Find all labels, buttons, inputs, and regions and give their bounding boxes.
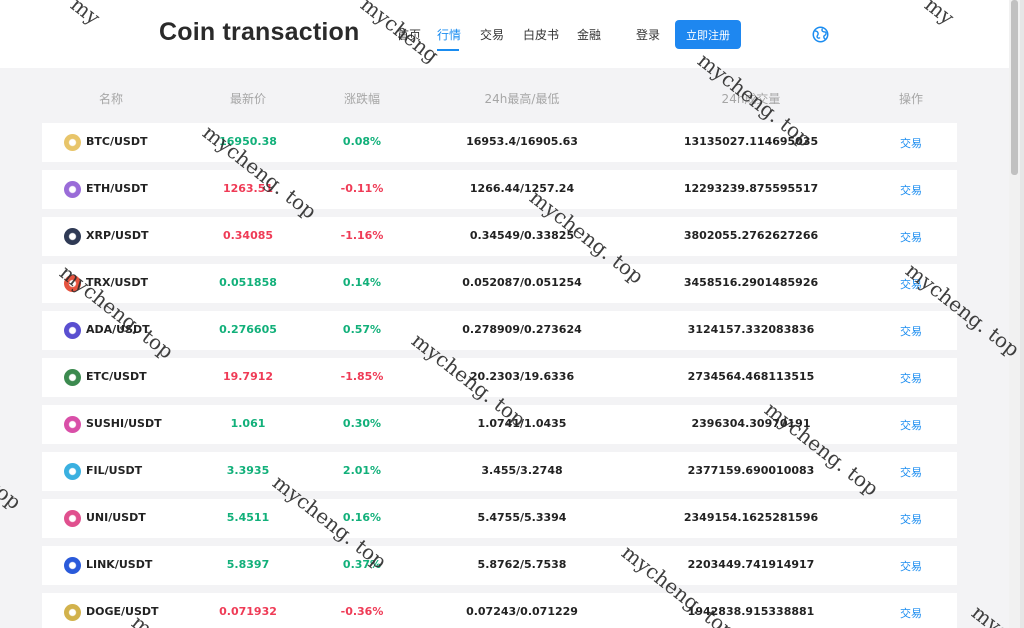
coin-icon — [64, 463, 81, 480]
volume-24h: 12293239.875595517 — [683, 182, 819, 195]
pair-name: FIL/USDT — [86, 464, 143, 477]
trade-link[interactable]: 交易 — [900, 135, 922, 151]
nav-market[interactable]: 行情 — [437, 26, 461, 43]
top-header: Coin transaction 首页 行情 交易 白皮书 金融 登录 立即注册 — [0, 0, 1009, 68]
page-scrollbar[interactable] — [1009, 0, 1020, 628]
volume-24h: 3802055.2762627266 — [683, 229, 819, 242]
last-price: 0.34085 — [222, 229, 274, 242]
right-edge-strip — [1020, 0, 1024, 628]
table-row[interactable]: UNI/USDT 5.4511 0.16% 5.4755/5.3394 2349154.… — [42, 499, 957, 538]
high-low: 0.07243/0.071229 — [466, 605, 578, 618]
price-change: 0.14% — [342, 276, 382, 289]
volume-24h: 2734564.468113515 — [687, 370, 815, 383]
trade-link[interactable]: 交易 — [900, 558, 922, 574]
high-low: 5.4755/5.3394 — [477, 511, 567, 524]
last-price: 0.071932 — [219, 605, 277, 618]
nav-whitepaper[interactable]: 白皮书 — [523, 26, 559, 43]
coin-icon — [64, 369, 81, 386]
price-change: 0.30% — [342, 417, 382, 430]
trade-link[interactable]: 交易 — [900, 323, 922, 339]
price-change: -1.16% — [340, 229, 384, 242]
pair-name: BTC/USDT — [86, 135, 148, 148]
coin-icon — [64, 510, 81, 527]
coin-icon — [64, 416, 81, 433]
col-change: 涨跌幅 — [343, 92, 381, 106]
pair-name: XRP/USDT — [86, 229, 149, 242]
volume-24h: 2377159.690010083 — [687, 464, 815, 477]
coin-icon — [64, 181, 81, 198]
high-low: 0.34549/0.33825 — [469, 229, 575, 242]
coin-icon — [64, 228, 81, 245]
trade-link[interactable]: 交易 — [900, 229, 922, 245]
site-logo[interactable]: Coin transaction — [159, 18, 359, 47]
table-row[interactable]: ETH/USDT 1263.51 -0.11% 1266.44/1257.24 1229… — [42, 170, 957, 209]
col-high-low: 24h最高/最低 — [484, 92, 560, 106]
volume-24h: 2349154.1625281596 — [683, 511, 819, 524]
table-row[interactable]: BTC/USDT 16950.38 0.08% 16953.4/16905.63 131… — [42, 123, 957, 162]
trade-link[interactable]: 交易 — [900, 511, 922, 527]
last-price: 3.3935 — [226, 464, 270, 477]
volume-24h: 3124157.332083836 — [687, 323, 815, 336]
trade-link[interactable]: 交易 — [900, 605, 922, 621]
high-low: 0.052087/0.051254 — [462, 276, 582, 289]
trade-link[interactable]: 交易 — [900, 464, 922, 480]
login-link[interactable]: 登录 — [636, 26, 660, 43]
last-price: 0.051858 — [219, 276, 277, 289]
price-change: 0.57% — [342, 323, 382, 336]
pair-name: UNI/USDT — [86, 511, 146, 524]
last-price: 1.061 — [230, 417, 266, 430]
coin-icon — [64, 604, 81, 621]
col-name: 名称 — [98, 92, 124, 106]
pair-name: ETC/USDT — [86, 370, 147, 383]
scrollbar-thumb[interactable] — [1011, 0, 1018, 175]
volume-24h: 2203449.741914917 — [687, 558, 815, 571]
trade-link[interactable]: 交易 — [900, 182, 922, 198]
last-price: 0.276605 — [219, 323, 277, 336]
pair-name: SUSHI/USDT — [86, 417, 162, 430]
price-change: -0.11% — [340, 182, 384, 195]
coin-icon — [64, 557, 81, 574]
pair-name: LINK/USDT — [86, 558, 153, 571]
high-low: 16953.4/16905.63 — [466, 135, 578, 148]
table-row[interactable]: LINK/USDT 5.8397 0.37% 5.8762/5.7538 2203449… — [42, 546, 957, 585]
nav-trade[interactable]: 交易 — [480, 26, 504, 43]
table-header: 名称 最新价 涨跌幅 24h最高/最低 24h成交量 操作 — [0, 90, 1009, 106]
register-button[interactable]: 立即注册 — [675, 20, 741, 49]
table-row[interactable]: XRP/USDT 0.34085 -1.16% 0.34549/0.33825 3802… — [42, 217, 957, 256]
high-low: 0.278909/0.273624 — [462, 323, 582, 336]
last-price: 19.7912 — [222, 370, 274, 383]
table-row[interactable]: TRX/USDT 0.051858 0.14% 0.052087/0.051254 34… — [42, 264, 957, 303]
high-low: 3.455/3.2748 — [481, 464, 563, 477]
coin-icon — [64, 322, 81, 339]
last-price: 5.4511 — [226, 511, 270, 524]
last-price: 5.8397 — [226, 558, 270, 571]
pair-name: ETH/USDT — [86, 182, 148, 195]
table-row[interactable]: DOGE/USDT 0.071932 -0.36% 0.07243/0.071229 1… — [42, 593, 957, 628]
price-change: -1.85% — [340, 370, 384, 383]
trade-link[interactable]: 交易 — [900, 370, 922, 386]
price-change: 0.08% — [342, 135, 382, 148]
coin-icon — [64, 134, 81, 151]
col-price: 最新价 — [229, 92, 267, 106]
col-action: 操作 — [898, 92, 924, 106]
nav-finance[interactable]: 金融 — [577, 26, 601, 43]
volume-24h: 3458516.2901485926 — [683, 276, 819, 289]
globe-language-icon[interactable] — [812, 26, 829, 43]
watermark-text: top — [0, 475, 26, 515]
price-change: -0.36% — [340, 605, 384, 618]
high-low: 5.8762/5.7538 — [477, 558, 567, 571]
table-row[interactable]: ADA/USDT 0.276605 0.57% 0.278909/0.273624 31… — [42, 311, 957, 350]
trade-link[interactable]: 交易 — [900, 417, 922, 433]
high-low: 1266.44/1257.24 — [469, 182, 575, 195]
watermark-text: myc — [967, 600, 1015, 628]
price-change: 2.01% — [342, 464, 382, 477]
